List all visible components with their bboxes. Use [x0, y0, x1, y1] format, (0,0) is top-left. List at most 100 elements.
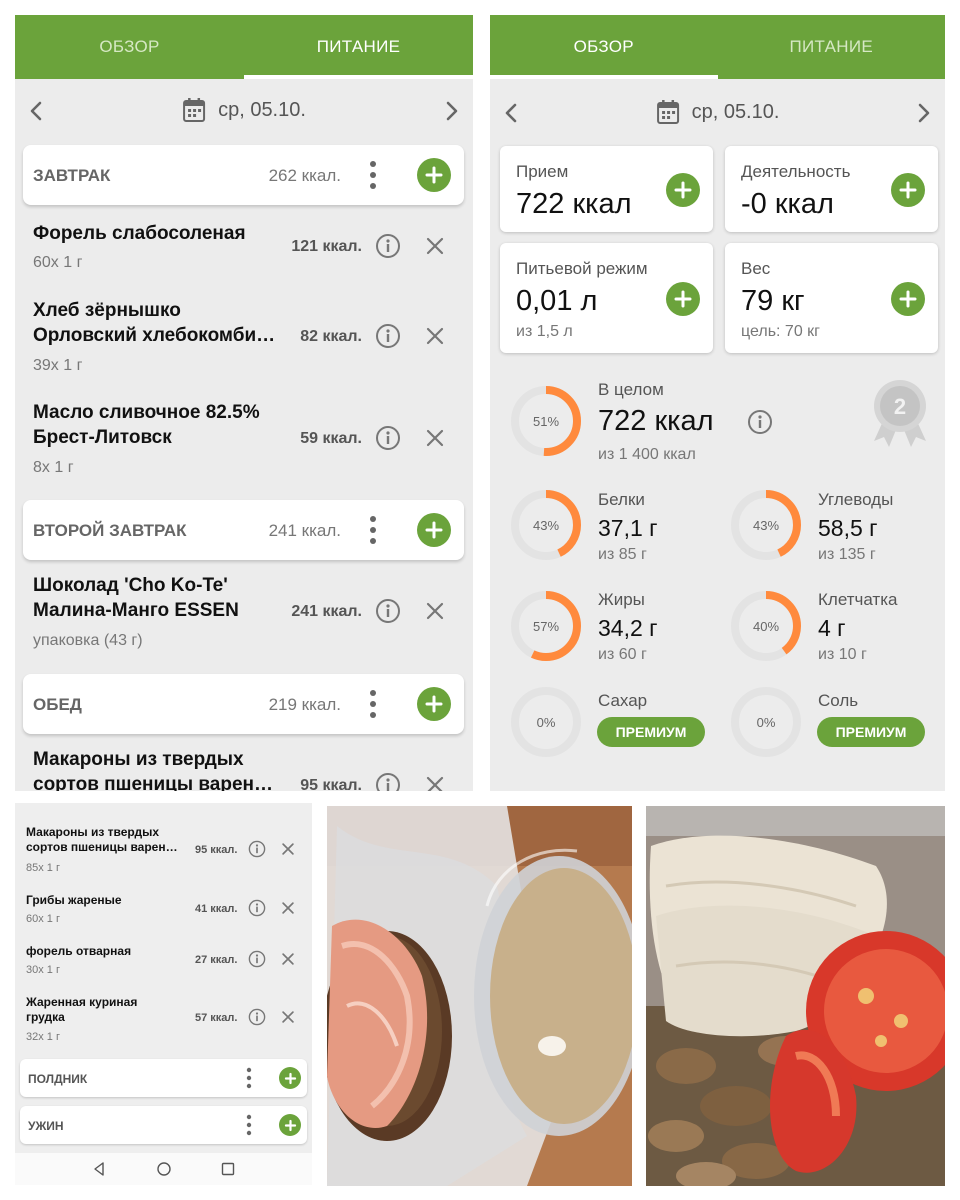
food-item[interactable]: Жаренная куриная грудка 32x 1 г 57 ккал.	[15, 993, 312, 1049]
food-portion: 30x 1 г	[26, 964, 60, 976]
food-portion: упаковка (43 г)	[33, 632, 143, 649]
nutrient-sub: из 85 г	[598, 546, 647, 563]
close-icon[interactable]	[281, 842, 295, 856]
photo-chicken-tomato	[646, 806, 945, 1186]
add-activity-button[interactable]	[891, 173, 925, 207]
ring-percent: 51%	[532, 413, 560, 429]
more-vert-icon[interactable]	[368, 515, 378, 545]
food-item[interactable]: Шоколад 'Cho Ko-Te' Малина-Манго ESSEN у…	[15, 572, 473, 664]
nutrient-label: Сахар	[598, 691, 648, 710]
date-bar: ср, 05.10.	[490, 95, 945, 131]
tab-nutrition[interactable]: ПИТАНИЕ	[244, 15, 473, 79]
info-icon[interactable]	[248, 1008, 266, 1026]
more-vert-icon[interactable]	[246, 1114, 252, 1136]
food-item[interactable]: Форель слабосоленая 60x 1 г 121 ккал.	[15, 217, 473, 287]
more-vert-icon[interactable]	[368, 160, 378, 190]
close-icon[interactable]	[425, 236, 445, 256]
food-item[interactable]: Масло сливочное 82.5% Брест-Литовск 8x 1…	[15, 399, 473, 491]
food-item[interactable]: Грибы жареные 60x 1 г 41 ккал.	[15, 891, 312, 931]
system-nav-bar	[15, 1153, 312, 1185]
food-kcal: 27 ккал.	[195, 954, 238, 966]
add-weight-button[interactable]	[891, 282, 925, 316]
food-item[interactable]: форель отварная 30x 1 г 27 ккал.	[15, 942, 312, 982]
tab-overview[interactable]: ОБЗОР	[15, 15, 244, 79]
plus-icon	[425, 521, 443, 539]
food-name: Масло сливочное 82.5% Брест-Литовск	[33, 402, 260, 448]
total-label: В целом	[598, 380, 664, 399]
nutrient-value: 4 г	[818, 615, 846, 641]
add-food-button[interactable]	[417, 158, 451, 192]
card-label: Деятельность	[741, 162, 851, 181]
chevron-right-icon[interactable]	[911, 101, 935, 125]
card-activity[interactable]: Деятельность -0 ккал	[725, 146, 938, 232]
chevron-right-icon[interactable]	[439, 99, 463, 123]
ring-percent: 43%	[532, 517, 560, 533]
food-name: Шоколад 'Cho Ko-Te' Малина-Манго ESSEN	[33, 575, 239, 621]
card-intake[interactable]: Прием 722 ккал	[500, 146, 713, 232]
food-item[interactable]: Хлеб зёрнышко Орловский хлебокомби… 39x …	[15, 297, 473, 389]
ring-percent: 43%	[752, 517, 780, 533]
food-portion: 39x 1 г	[33, 357, 83, 374]
meal-kcal: 219 ккал.	[268, 695, 341, 714]
add-food-button[interactable]	[279, 1067, 301, 1089]
card-water[interactable]: Питьевой режим 0,01 л из 1,5 л	[500, 243, 713, 353]
info-icon[interactable]	[375, 772, 401, 791]
nav-back-icon[interactable]	[91, 1161, 107, 1177]
add-food-button[interactable]	[417, 513, 451, 547]
more-vert-icon[interactable]	[368, 689, 378, 719]
date-text: ср, 05.10.	[691, 100, 780, 123]
close-icon[interactable]	[281, 1010, 295, 1024]
plus-icon	[674, 181, 692, 199]
close-icon[interactable]	[425, 326, 445, 346]
info-icon[interactable]	[248, 950, 266, 968]
close-icon[interactable]	[425, 601, 445, 621]
info-icon[interactable]	[375, 425, 401, 451]
info-icon[interactable]	[248, 840, 266, 858]
plus-icon	[425, 166, 443, 184]
nutrient-value: 34,2 г	[598, 615, 658, 641]
add-intake-button[interactable]	[666, 173, 700, 207]
info-icon[interactable]	[375, 598, 401, 624]
calendar-icon	[182, 97, 206, 123]
tab-nutrition[interactable]: ПИТАНИЕ	[718, 15, 946, 79]
chevron-left-icon[interactable]	[25, 99, 49, 123]
plus-icon	[674, 290, 692, 308]
close-icon[interactable]	[425, 428, 445, 448]
tab-overview[interactable]: ОБЗОР	[490, 15, 718, 79]
nutrient-value: 58,5 г	[818, 515, 878, 541]
date-picker[interactable]: ср, 05.10.	[182, 97, 306, 123]
close-icon[interactable]	[425, 775, 445, 791]
date-picker[interactable]: ср, 05.10.	[656, 99, 780, 125]
premium-button[interactable]: ПРЕМИУМ	[817, 717, 925, 747]
meal-kcal: 262 ккал.	[268, 166, 341, 185]
food-name: Хлеб зёрнышко Орловский хлебокомби…	[33, 300, 276, 346]
add-food-button[interactable]	[279, 1114, 301, 1136]
info-icon[interactable]	[747, 409, 773, 435]
medal-icon[interactable]: 2	[870, 379, 930, 451]
premium-button[interactable]: ПРЕМИУМ	[597, 717, 705, 747]
info-icon[interactable]	[248, 899, 266, 917]
meal-card-lunch: ОБЕД 219 ккал.	[23, 674, 464, 734]
info-icon[interactable]	[375, 233, 401, 259]
food-name: форель отварная	[26, 944, 132, 958]
card-sub: цель: 70 кг	[741, 323, 820, 340]
plus-icon	[425, 695, 443, 713]
food-item[interactable]: Макароны из твердых сортов пшеницы варен…	[15, 823, 312, 878]
close-icon[interactable]	[281, 952, 295, 966]
add-food-button[interactable]	[417, 687, 451, 721]
food-item[interactable]: Макароны из твердых сортов пшеницы варен…	[15, 746, 473, 791]
card-weight[interactable]: Вес 79 кг цель: 70 кг	[725, 243, 938, 353]
chevron-left-icon[interactable]	[500, 101, 524, 125]
info-icon[interactable]	[375, 323, 401, 349]
close-icon[interactable]	[281, 901, 295, 915]
food-name: Форель слабосоленая	[33, 223, 246, 244]
carbs-ring: 43%	[730, 489, 802, 561]
plus-icon	[899, 290, 917, 308]
more-vert-icon[interactable]	[246, 1067, 252, 1089]
meal-title: ЗАВТРАК	[33, 166, 111, 185]
food-name: Макароны из твердых сортов пшеницы варен…	[33, 749, 274, 791]
add-water-button[interactable]	[666, 282, 700, 316]
total-sub: из 1 400 ккал	[598, 446, 696, 463]
nav-home-icon[interactable]	[156, 1161, 172, 1177]
nav-recents-icon[interactable]	[220, 1161, 236, 1177]
